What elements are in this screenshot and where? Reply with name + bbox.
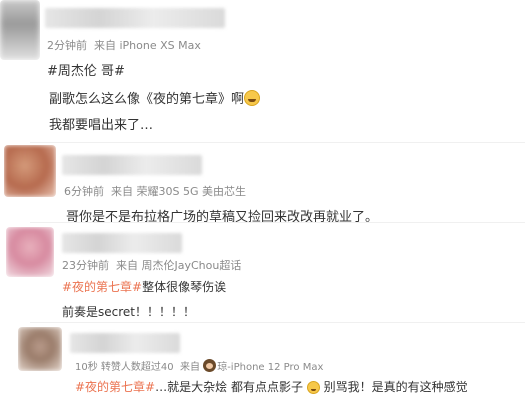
comment-line-1: #夜的第七章#整体很像琴伤诶 [62,278,226,295]
grin-emoji-icon [306,381,320,394]
user-avatar-badge-icon [203,359,217,372]
username-blurred[interactable] [62,233,182,253]
comment-3: 23分钟前 来自 周杰伦JayChou超话 #夜的第七章#整体很像琴伤诶 前奏是… [0,223,525,319]
comment-time: 23分钟前 [62,259,109,272]
comment-meta: 2分钟前 来自 iPhone XS Max [47,37,201,53]
comment-meta: 6分钟前 来自 荣耀30S 5G 美由芯生 [64,183,246,199]
comment-time: 6分钟前 [64,185,104,198]
comment-text-2: 别骂我！是真的有这种感觉 [323,380,468,394]
comment-source: 来自 iPhone XS Max [94,39,201,52]
comment-meta: 10秒 转赞人数超过40 来自 琼-iPhone 12 Pro Max [75,358,323,373]
comment-line-1: #夜的第七章#…就是大杂烩 都有点点影子 别骂我！是真的有这种感觉 [75,378,468,395]
comment-line-2: 前奏是secret！！！！！ [62,305,195,319]
comment-meta: 23分钟前 来自 周杰伦JayChou超话 [62,257,241,273]
username-blurred[interactable] [70,333,180,353]
avatar[interactable] [0,0,40,60]
repost-count: 转赞人数超过40 [100,362,174,373]
comment-line-2: 我都要唱出来了… [49,118,154,133]
comment-time: 10秒 [75,362,98,373]
avatar[interactable] [18,327,62,371]
username-blurred[interactable] [45,8,225,28]
avatar[interactable] [6,227,54,277]
comment-2: 6分钟前 来自 荣耀30S 5G 美由芯生 哥你是不是布拉格广场的草稿又捡回来改… [0,143,525,225]
username-blurred[interactable] [62,155,202,175]
topic-tag[interactable]: #周杰伦 哥# [47,60,125,79]
topic-tag[interactable]: #夜的第七章# [62,280,142,294]
comment-line-1: 副歌怎么这么像《夜的第七章》啊 [49,88,261,107]
grin-emoji-icon [244,90,261,106]
comment-time: 2分钟前 [47,39,87,52]
source-prefix: 来自 [180,362,201,373]
comment-source: 来自 荣耀30S 5G 美由芯生 [111,185,246,198]
avatar[interactable] [4,145,56,197]
comment-4: 10秒 转赞人数超过40 来自 琼-iPhone 12 Pro Max #夜的第… [0,323,525,404]
comment-1: 2分钟前 来自 iPhone XS Max #周杰伦 哥# 副歌怎么这么像《夜的… [0,0,525,140]
comment-source: 来自 周杰伦JayChou超话 [116,259,242,272]
comment-text: 整体很像琴伤诶 [142,280,227,294]
comment-text: …就是大杂烩 都有点点影子 [155,380,303,394]
comment-text: 副歌怎么这么像《夜的第七章》啊 [49,92,245,107]
comment-source: 琼-iPhone 12 Pro Max [217,362,324,373]
topic-tag[interactable]: #夜的第七章# [75,380,155,394]
